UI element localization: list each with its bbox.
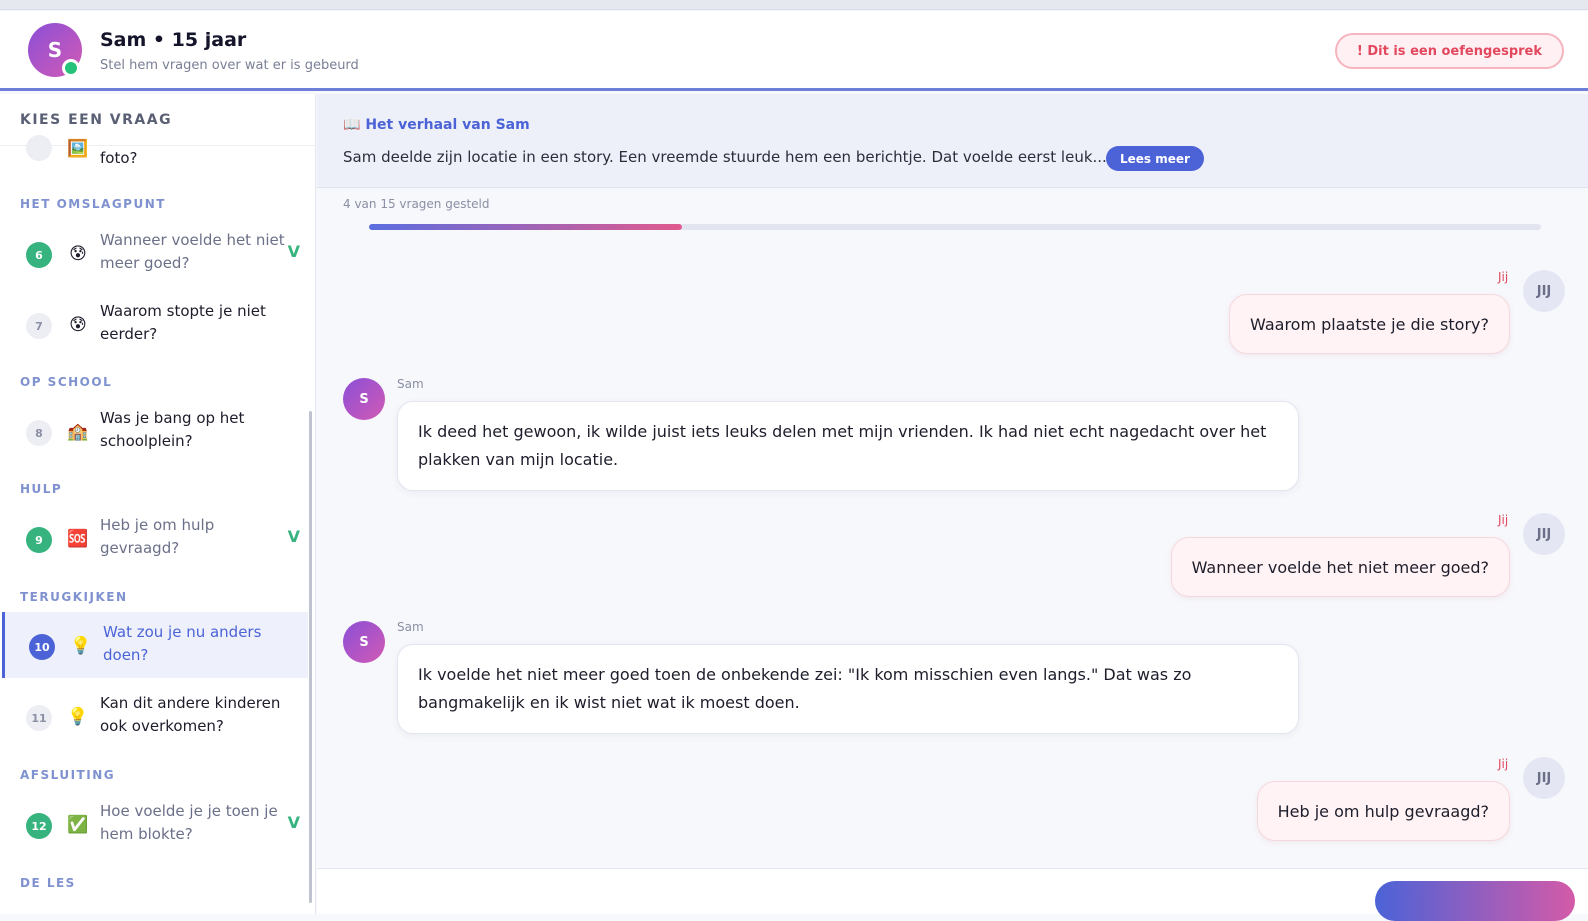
sender-label-sam: Sam	[397, 620, 424, 634]
progress-bar	[369, 224, 1541, 230]
online-status-icon	[62, 59, 80, 77]
message-me: Waarom plaatste je die story?	[1229, 294, 1510, 354]
composer-bar	[317, 868, 1588, 921]
question-text: Heb je om hulp gevraagd?	[100, 516, 215, 557]
question-number: 8	[26, 420, 52, 446]
question-number: 7	[26, 313, 52, 339]
story-panel: 📖 Het verhaal van Sam Sam deelde zijn lo…	[317, 94, 1588, 188]
progress-label: 4 van 15 vragen gesteld	[343, 197, 490, 211]
sos-icon: 🆘	[67, 529, 89, 549]
progress-fill	[369, 224, 682, 230]
chat-header: S Sam • 15 jaar Stel hem vragen over wat…	[0, 11, 1588, 91]
message-me: Heb je om hulp gevraagd?	[1256, 781, 1510, 841]
browser-top-strip	[0, 0, 1588, 10]
sender-label-sam: Sam	[397, 377, 424, 391]
lightbulb-icon: 💡	[70, 636, 92, 656]
question-item-6[interactable]: 6 😰 Wanneer voelde het niet meer goed? V	[2, 220, 308, 286]
send-button[interactable]	[1375, 881, 1575, 921]
image-icon: 🖼️	[67, 139, 89, 159]
persona-subtitle: Stel hem vragen over wat er is gebeurd	[100, 58, 359, 73]
read-more-button[interactable]: Lees meer	[1106, 146, 1204, 171]
question-number: 12	[26, 813, 52, 839]
section-label-omslagpunt: HET OMSLAGPUNT	[20, 197, 166, 211]
question-item-11[interactable]: 11 💡 Kan dit andere kinderen ook overkom…	[2, 683, 308, 749]
sender-label-me: Jij	[1498, 270, 1509, 284]
sender-label-me: Jij	[1498, 757, 1509, 771]
question-number	[26, 135, 52, 161]
question-text: Waarom stopte je niet eerder?	[100, 302, 266, 343]
sender-label-me: Jij	[1498, 513, 1509, 527]
question-number: 11	[26, 705, 52, 731]
question-number: 10	[29, 634, 55, 660]
sam-avatar: S	[343, 621, 385, 663]
check-mark-icon: ✅	[67, 815, 89, 835]
practice-badge: ! Dit is een oefengesprek	[1334, 33, 1564, 69]
question-text: Wat zou je nu anders doen?	[103, 623, 262, 664]
book-icon: 📖	[343, 117, 361, 133]
persona-name: Sam • 15 jaar	[100, 29, 247, 51]
section-label-de-les: DE LES	[20, 876, 76, 890]
question-number: 9	[26, 527, 52, 553]
story-title-text: Het verhaal van Sam	[365, 117, 530, 133]
message-me: Wanneer voelde het niet meer goed?	[1170, 537, 1510, 597]
question-item-9[interactable]: 9 🆘 Heb je om hulp gevraagd? V	[2, 505, 308, 571]
message-sam: Ik deed het gewoon, ik wilde juist iets …	[397, 401, 1299, 491]
chat-main: 📖 Het verhaal van Sam Sam deelde zijn lo…	[317, 94, 1588, 921]
question-number: 6	[26, 242, 52, 268]
question-item-12[interactable]: 12 ✅ Hoe voelde je je toen je hem blokte…	[2, 791, 308, 857]
lightbulb-icon: 💡	[67, 707, 89, 727]
section-label-terugkijken: TERUGKIJKEN	[20, 590, 128, 604]
question-item-7[interactable]: 7 😰 Waarom stopte je niet eerder?	[2, 291, 308, 357]
question-text: Was je bang op het schoolplein?	[100, 409, 245, 450]
question-list[interactable]: 🖼️ foto? HET OMSLAGPUNT 6 😰 Wanneer voel…	[0, 135, 315, 914]
anxious-face-icon: 😰	[69, 315, 87, 335]
anxious-face-icon: 😰	[69, 244, 87, 264]
story-title: 📖 Het verhaal van Sam	[343, 117, 530, 133]
check-icon: V	[287, 242, 300, 261]
question-text: foto?	[100, 149, 138, 167]
user-avatar: JIJ	[1523, 513, 1565, 555]
question-text: Kan dit andere kinderen ook overkomen?	[100, 694, 281, 735]
check-icon: V	[287, 527, 300, 546]
question-text: Wanneer voelde het niet meer goed?	[100, 231, 285, 272]
question-item-10[interactable]: 10 💡 Wat zou je nu anders doen?	[2, 612, 308, 678]
section-label-op-school: OP SCHOOL	[20, 375, 113, 389]
question-item-partial[interactable]: 🖼️ foto?	[2, 117, 308, 183]
school-icon: 🏫	[67, 422, 89, 442]
section-label-hulp: HULP	[20, 482, 63, 496]
sam-avatar: S	[343, 378, 385, 420]
user-avatar: JIJ	[1523, 757, 1565, 799]
question-sidebar: KIES EEN VRAAG 🖼️ foto? HET OMSLAGPUNT 6…	[0, 94, 316, 914]
user-avatar: JIJ	[1523, 270, 1565, 312]
question-text: Hoe voelde je je toen je hem blokte?	[100, 802, 278, 843]
message-sam: Ik voelde het niet meer goed toen de onb…	[397, 644, 1299, 734]
question-item-8[interactable]: 8 🏫 Was je bang op het schoolplein?	[2, 398, 308, 464]
story-text: Sam deelde zijn locatie in een story. Ee…	[343, 148, 1107, 166]
sidebar-scrollbar[interactable]	[309, 411, 312, 903]
section-label-afsluiting: AFSLUITING	[20, 768, 116, 782]
check-icon: V	[287, 813, 300, 832]
